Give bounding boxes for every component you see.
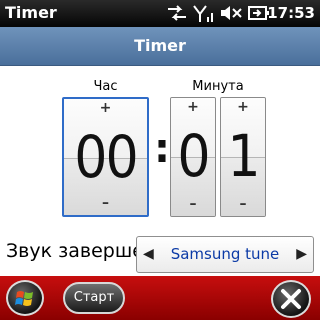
minutes-ones-value: 1 <box>227 122 260 190</box>
sound-value: Samsung tune <box>170 245 280 263</box>
hours-spinner[interactable]: + 00 – <box>62 97 149 217</box>
start-menu-button[interactable] <box>6 280 44 316</box>
hours-value: 00 <box>74 123 138 191</box>
next-sound-arrow-icon[interactable]: ▶ <box>296 246 307 262</box>
minutes-tens-increment-button[interactable]: + <box>171 99 215 115</box>
close-button[interactable] <box>271 280 311 318</box>
hours-decrement-button[interactable]: – <box>64 195 147 211</box>
status-bar: Timer 17:53 <box>0 0 320 27</box>
windows-logo-icon <box>15 291 33 306</box>
time-separator: : <box>154 126 170 172</box>
clock[interactable]: 17:53 <box>267 4 315 22</box>
close-icon <box>281 289 301 309</box>
hours-increment-button[interactable]: + <box>64 100 147 116</box>
minutes-tens-spinner[interactable]: + 0 – <box>170 97 216 217</box>
sound-label: Звук заверше <box>6 240 144 262</box>
header: Timer <box>0 27 320 66</box>
minutes-label: Минута <box>192 79 244 94</box>
sound-selector[interactable]: ◀ Samsung tune ▶ <box>136 236 314 273</box>
sync-arrows-icon[interactable] <box>166 3 188 23</box>
hours-label: Час <box>93 79 118 94</box>
start-timer-button[interactable]: Старт <box>63 282 125 314</box>
minutes-tens-value: 0 <box>177 122 210 190</box>
minutes-ones-increment-button[interactable]: + <box>221 99 265 115</box>
app-title: Timer <box>5 3 57 22</box>
minutes-ones-spinner[interactable]: + 1 – <box>220 97 266 217</box>
signal-icon[interactable] <box>192 3 216 23</box>
previous-sound-arrow-icon[interactable]: ◀ <box>143 246 154 262</box>
minutes-tens-decrement-button[interactable]: – <box>171 196 215 212</box>
minutes-ones-decrement-button[interactable]: – <box>221 196 265 212</box>
page-title: Timer <box>134 36 186 55</box>
speaker-muted-icon[interactable] <box>219 3 243 23</box>
